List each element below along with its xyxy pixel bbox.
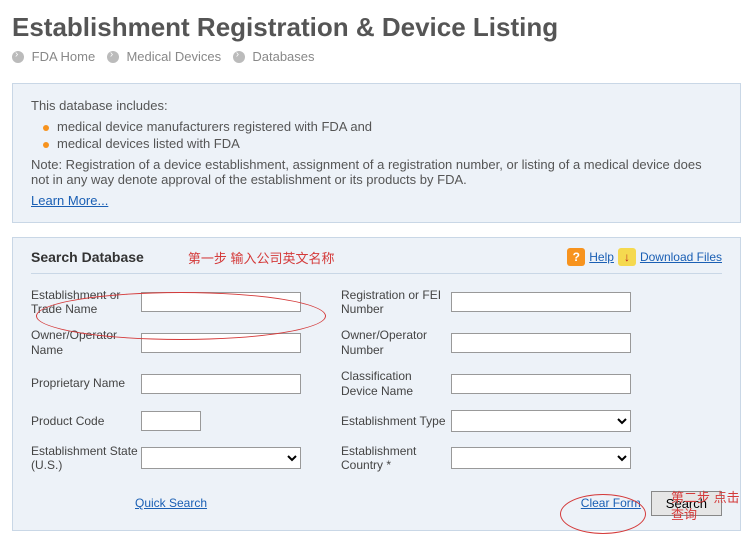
help-link[interactable]: Help <box>589 250 614 264</box>
info-bullet: medical device manufacturers registered … <box>57 119 722 134</box>
help-icon: ? <box>567 248 585 266</box>
input-owner-name[interactable] <box>141 333 301 353</box>
breadcrumb-item[interactable]: Databases <box>252 49 314 64</box>
label-class-device: Classification Device Name <box>341 369 451 398</box>
input-product-code[interactable] <box>141 411 201 431</box>
search-title: Search Database <box>31 249 144 265</box>
select-est-country[interactable] <box>451 447 631 469</box>
input-class-device[interactable] <box>451 374 631 394</box>
breadcrumb-item[interactable]: Medical Devices <box>126 49 221 64</box>
label-est-trade-name: Establishment or Trade Name <box>31 288 141 317</box>
label-owner-name: Owner/Operator Name <box>31 328 141 357</box>
select-est-state[interactable] <box>141 447 301 469</box>
learn-more-link[interactable]: Learn More... <box>31 193 108 208</box>
search-header: Search Database 第一步 输入公司英文名称 ? Help ↓ Do… <box>31 248 722 274</box>
input-owner-number[interactable] <box>451 333 631 353</box>
chevron-icon <box>233 51 245 63</box>
clear-form-link[interactable]: Clear Form <box>581 496 641 510</box>
chevron-icon <box>12 51 24 63</box>
download-icon: ↓ <box>618 248 636 266</box>
input-proprietary[interactable] <box>141 374 301 394</box>
label-est-type: Establishment Type <box>341 414 451 428</box>
breadcrumb-item[interactable]: FDA Home <box>32 49 96 64</box>
annotation-step2: 第二步 点击查询 <box>671 490 745 524</box>
page-title: Establishment Registration & Device List… <box>12 12 741 43</box>
form-footer: Quick Search Clear Form Search <box>31 491 722 516</box>
info-panel: This database includes: medical device m… <box>12 83 741 223</box>
label-reg-fei: Registration or FEI Number <box>341 288 451 317</box>
chevron-icon <box>107 51 119 63</box>
label-est-country: Establishment Country * <box>341 444 451 473</box>
search-panel: Search Database 第一步 输入公司英文名称 ? Help ↓ Do… <box>12 237 741 531</box>
label-proprietary: Proprietary Name <box>31 376 141 390</box>
download-link[interactable]: Download Files <box>640 250 722 264</box>
info-bullet: medical devices listed with FDA <box>57 136 722 151</box>
info-intro: This database includes: <box>31 98 722 113</box>
input-est-trade-name[interactable] <box>141 292 301 312</box>
page-root: Establishment Registration & Device List… <box>12 12 741 531</box>
input-reg-fei[interactable] <box>451 292 631 312</box>
label-product-code: Product Code <box>31 414 141 428</box>
search-form: Establishment or Trade Name Registration… <box>31 288 722 473</box>
quick-search-link[interactable]: Quick Search <box>135 496 207 510</box>
label-owner-number: Owner/Operator Number <box>341 328 451 357</box>
breadcrumb: FDA Home Medical Devices Databases <box>12 49 741 65</box>
select-est-type[interactable] <box>451 410 631 432</box>
label-est-state: Establishment State (U.S.) <box>31 444 141 473</box>
info-note: Note: Registration of a device establish… <box>31 157 722 187</box>
annotation-step1: 第一步 输入公司英文名称 <box>188 248 335 267</box>
